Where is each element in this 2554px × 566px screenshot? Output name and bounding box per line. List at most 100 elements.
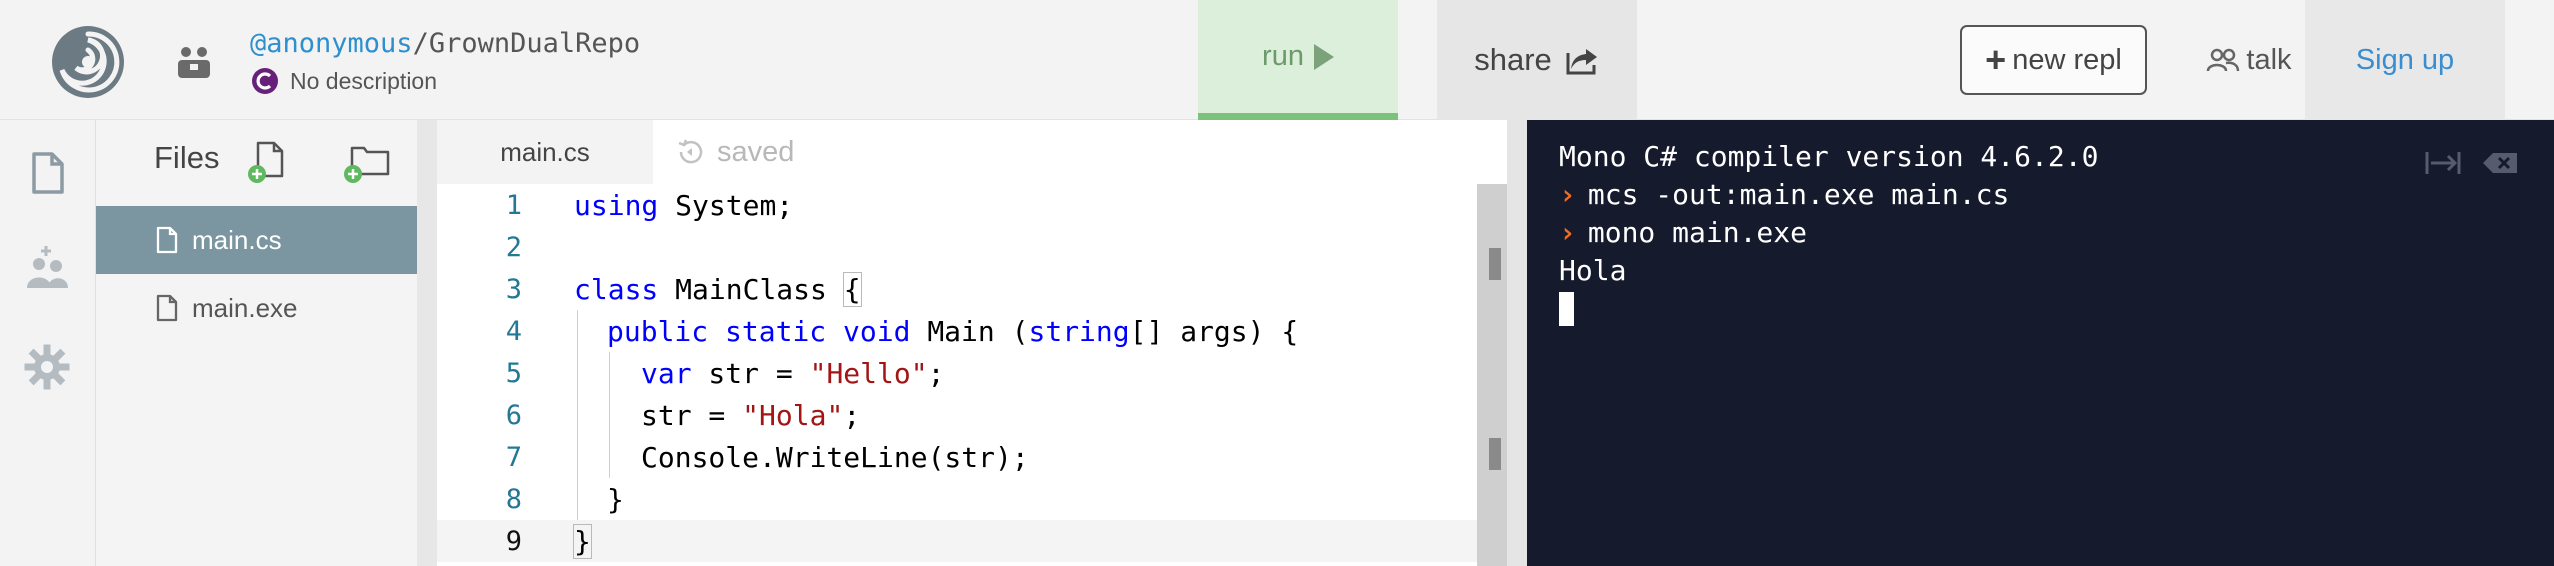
console-text: Mono C# compiler version 4.6.2.0 [1559,140,2099,173]
line-number: 5 [505,357,522,389]
csharp-icon [252,68,278,94]
console-cursor [1559,292,1574,326]
code-token: MainClass [658,272,844,306]
tab-label: main.cs [500,136,590,167]
line-number: 1 [505,189,522,221]
share-label: share [1474,42,1552,77]
code-token: } [573,523,592,559]
saved-label: saved [717,135,795,168]
code-line: 1 using System; [437,184,1477,226]
code-token: str = [641,398,743,432]
console-text: mono main.exe [1587,216,1808,249]
signup-label: Sign up [2355,43,2455,76]
file-item-main-cs[interactable]: main.cs [96,206,417,274]
code-token: "Hello" [809,356,928,390]
console-line: Mono C# compiler version 4.6.2.0 [1559,140,2098,173]
code-token: "Hola" [742,398,844,432]
panel-resize-handle[interactable] [1507,120,1527,566]
console-panel[interactable]: Mono C# compiler version 4.6.2.0 › mcs -… [1527,120,2554,566]
prompt-icon: › [1559,178,1576,211]
run-label: run [1262,40,1304,72]
owner-username[interactable]: @anonymous [250,28,413,59]
code-line: 2 [437,226,1477,268]
anonymous-user-icon [178,47,210,78]
code-token: System; [658,188,794,222]
left-rail [0,120,96,566]
code-token: class [574,272,659,306]
description-text: No description [290,67,438,94]
clear-icon[interactable] [2481,148,2519,178]
invite-icon[interactable] [24,244,70,290]
plus-icon: + [1985,39,2007,80]
saved-status[interactable]: saved [653,120,1009,184]
tab-main-cs[interactable]: main.cs [437,120,653,184]
new-repl-button[interactable]: + new repl [1960,25,2147,95]
files-panel: Files main.cs main.exe [96,120,417,566]
signup-button[interactable]: Sign up [2305,0,2505,120]
talk-label: talk [2246,43,2292,76]
code-token: void [843,314,911,348]
repl-logo-icon[interactable] [48,22,128,102]
files-title: Files [154,140,220,175]
editor-tab-bar: main.cs saved [437,120,1507,184]
share-button[interactable]: share [1437,0,1637,120]
line-number: 2 [505,231,522,263]
run-button[interactable]: run [1198,0,1398,120]
editor-scrollbar[interactable] [1477,184,1507,566]
line-number: 4 [505,315,522,347]
line-number: 3 [505,273,522,305]
console-line: › mono main.exe [1559,216,1807,249]
code-token: var [641,356,692,390]
code-token: string [1028,314,1130,348]
share-icon [1566,49,1597,75]
repl-description: No description [250,66,437,96]
code-token: ; [843,398,861,432]
line-number: 7 [505,441,522,473]
code-token: { [842,271,862,307]
scrollbar-marker[interactable] [1489,438,1501,470]
panel-resize-handle[interactable] [417,120,437,566]
code-line: 8 } [437,478,1477,520]
code-line: 7 Console.WriteLine(str); [437,436,1477,478]
code-editor: main.cs saved 1 using System; 2 3 class … [437,120,1507,566]
code-token: static [725,314,827,348]
files-icon[interactable] [24,150,70,196]
add-file-icon[interactable] [246,140,290,184]
code-line: 5 var str = "Hello"; [437,352,1477,394]
file-name: main.exe [192,292,298,323]
history-icon [678,139,703,164]
console-text: mcs -out:main.exe main.cs [1587,178,2010,211]
code-token: } [607,482,624,516]
exit-icon[interactable] [2425,148,2463,178]
code-line: 6 str = "Hola"; [437,394,1477,436]
code-token: public [607,314,709,348]
settings-icon[interactable] [24,344,70,390]
prompt-icon: › [1559,216,1576,249]
tab-bar-filler [943,120,1507,184]
file-item-main-exe[interactable]: main.exe [96,274,417,342]
talk-button[interactable]: talk [2193,0,2305,120]
line-number: 8 [505,483,522,515]
scrollbar-marker[interactable] [1489,248,1501,280]
console-text: Hola [1559,254,1627,287]
top-bar: @anonymous/GrownDualRepo No description … [0,0,2554,120]
file-icon [156,294,178,322]
title-separator: / [412,28,429,59]
indent-guide [609,352,610,478]
console-line: Hola [1559,254,1626,287]
code-line: 4 public static void Main (string[] args… [437,310,1477,352]
line-number: 9 [505,525,522,557]
code-token: using [574,188,659,222]
code-token: str = [691,356,810,390]
console-line: › mcs -out:main.exe main.cs [1559,178,2009,211]
indent-guide [577,310,578,520]
new-repl-label: new repl [2012,43,2122,76]
code-token: ; [927,356,945,390]
code-token: [] args) { [1129,314,1299,348]
code-area[interactable]: 1 using System; 2 3 class MainClass { 4 … [437,184,1477,566]
play-icon [1313,43,1334,70]
add-folder-icon[interactable] [342,140,392,184]
file-icon [156,226,178,254]
file-name: main.cs [192,224,282,255]
people-icon [2207,48,2240,72]
